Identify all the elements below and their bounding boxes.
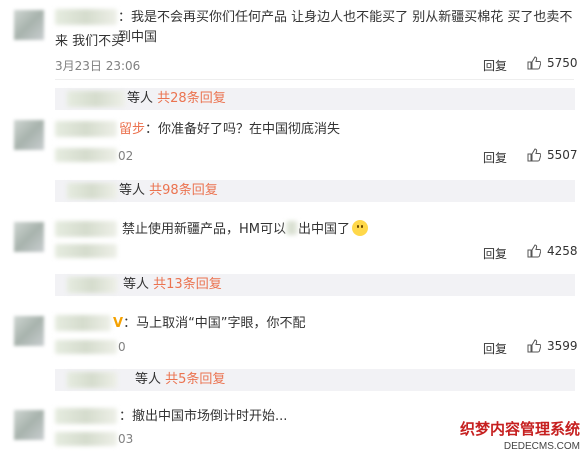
- like-button[interactable]: 5507: [527, 148, 578, 162]
- site-watermark: 织梦内容管理系统 DEDECMS.COM: [459, 420, 580, 452]
- sub-replies-bar[interactable]: 等人 共28条回复: [55, 88, 575, 110]
- reply-count-link[interactable]: 共28条回复: [157, 91, 226, 106]
- comment-text: 禁止使用新疆产品，HM可以 出中国了: [122, 220, 588, 240]
- thumbs-up-icon: [527, 148, 541, 162]
- blurred-username[interactable]: [55, 408, 117, 424]
- like-count: 3599: [547, 339, 578, 353]
- comment-time: 02: [118, 149, 134, 163]
- divider: [55, 79, 574, 80]
- thumbs-up-icon: [527, 244, 541, 258]
- comment-2: 留步：你准备好了吗？在中国彻底消失 02 回复 5507: [0, 118, 588, 174]
- avatar[interactable]: [14, 10, 44, 40]
- blurred-time: [55, 148, 117, 162]
- like-count: 5507: [547, 148, 578, 162]
- comment-time: 03: [118, 432, 134, 446]
- like-button[interactable]: 4258: [527, 244, 578, 258]
- thumbs-up-icon: [527, 339, 541, 353]
- comment-3: 禁止使用新疆产品，HM可以 出中国了 回复 4258: [0, 216, 588, 266]
- reply-button[interactable]: 回复: [483, 340, 507, 357]
- blurred-username[interactable]: [55, 9, 117, 25]
- vip-badge: V: [113, 316, 124, 331]
- blurred-username: [67, 183, 117, 199]
- like-button[interactable]: 5750: [527, 56, 578, 70]
- sub-replies-bar[interactable]: 等人 共5条回复: [55, 369, 575, 391]
- reply-button[interactable]: 回复: [483, 245, 507, 262]
- blurred-username[interactable]: [55, 221, 117, 237]
- blurred-time: [55, 432, 117, 446]
- blurred-username: [67, 277, 117, 293]
- reply-button[interactable]: 回复: [483, 57, 507, 74]
- blurred-username: [67, 91, 125, 107]
- like-count: 4258: [547, 244, 578, 258]
- comment-text: 留步：你准备好了吗？在中国彻底消失: [119, 122, 341, 137]
- blurred-username[interactable]: [55, 315, 111, 331]
- avatar[interactable]: [14, 120, 44, 150]
- thumbs-up-icon: [527, 56, 541, 70]
- sub-replies-bar[interactable]: 等人 共13条回复: [55, 274, 575, 296]
- comment-text: V：马上取消“中国”字眼，你不配: [113, 316, 306, 331]
- reply-count-link[interactable]: 共5条回复: [165, 372, 225, 387]
- blurred-username[interactable]: [55, 121, 117, 137]
- comment-1: ：我是不会再买你们任何产品 让身边人也不能买了 别从新疆买棉花 买了也卖不到中国…: [0, 0, 588, 80]
- reply-button[interactable]: 回复: [483, 149, 507, 166]
- avatar[interactable]: [14, 222, 44, 252]
- comment-time: 3月23日 23:06: [55, 59, 141, 73]
- blurred-time: [55, 340, 117, 354]
- blurred-username: [67, 372, 117, 388]
- reply-count-link[interactable]: 共13条回复: [153, 277, 222, 292]
- avatar[interactable]: [14, 316, 44, 346]
- smile-emoji-icon: [352, 220, 369, 236]
- like-button[interactable]: 3599: [527, 339, 578, 353]
- comment-text-line2: 来 我们不买: [55, 34, 125, 49]
- avatar[interactable]: [14, 410, 44, 440]
- like-count: 5750: [547, 56, 578, 70]
- comment-4: V：马上取消“中国”字眼，你不配 0 回复 3599: [0, 310, 588, 362]
- comment-time: 0: [118, 340, 126, 354]
- sub-replies-bar[interactable]: 等人 共98条回复: [55, 180, 575, 202]
- blurred-time: [55, 244, 117, 258]
- reply-count-link[interactable]: 共98条回复: [149, 183, 218, 198]
